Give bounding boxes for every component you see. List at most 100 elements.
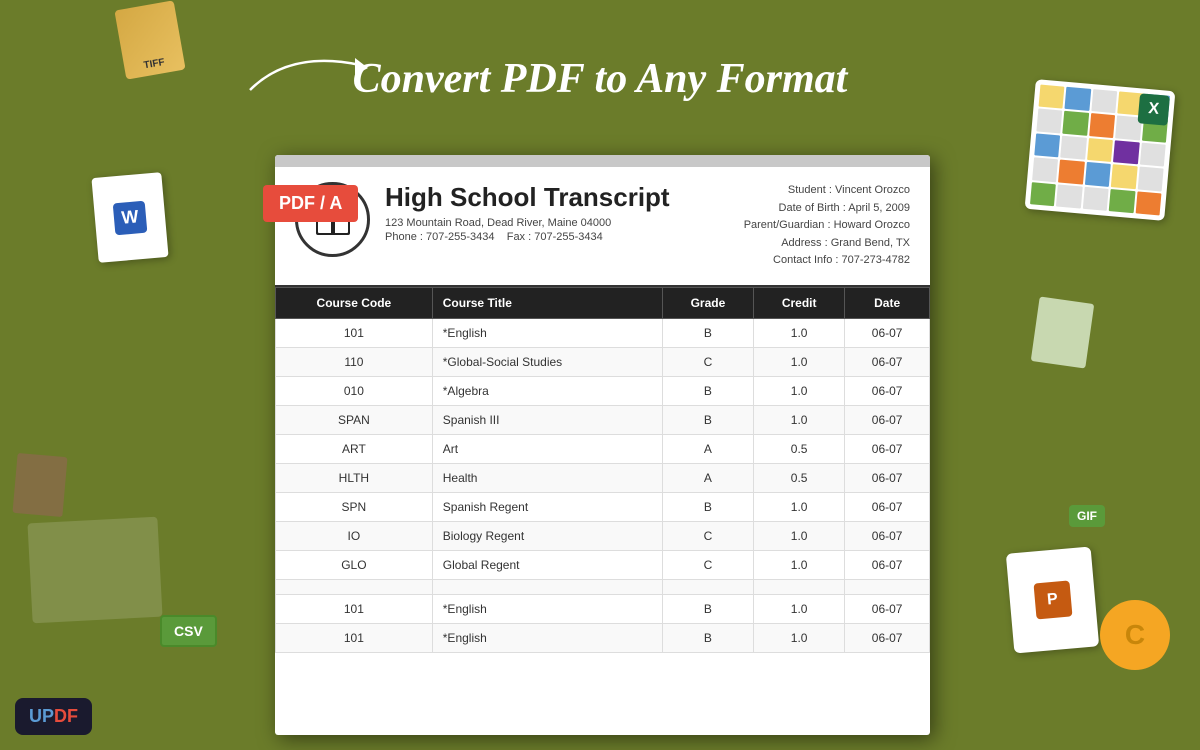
table-cell-credit: 1.0: [754, 492, 845, 521]
doc-main-title: High School Transcript: [385, 182, 744, 213]
table-cell-title: Spanish Regent: [432, 492, 662, 521]
table-row: IOBiology RegentC1.006-07: [276, 521, 930, 550]
col-header-credit: Credit: [754, 287, 845, 318]
table-cell-credit: 0.5: [754, 463, 845, 492]
table-row: SPANSpanish IIIB1.006-07: [276, 405, 930, 434]
table-cell-title: *English: [432, 594, 662, 623]
table-cell-code: SPN: [276, 492, 433, 521]
doc-phone: Phone : 707-255-3434 Fax : 707-255-3434: [385, 231, 744, 243]
table-cell-code: IO: [276, 521, 433, 550]
table-row: 010*AlgebraB1.006-07: [276, 376, 930, 405]
table-cell-grade: C: [662, 521, 753, 550]
ppt-badge: P: [1033, 580, 1072, 619]
table-cell-credit: 1.0: [754, 376, 845, 405]
student-contact: Contact Info : 707-273-4782: [744, 252, 910, 270]
student-name: Student : Vincent Orozco: [744, 182, 910, 200]
table-cell-date: 06-07: [845, 376, 930, 405]
table-cell-credit: 1.0: [754, 405, 845, 434]
arrow-decoration: [230, 30, 390, 110]
table-cell-grade: C: [662, 347, 753, 376]
table-cell-date: 06-07: [845, 492, 930, 521]
main-document: High School Transcript 123 Mountain Road…: [275, 155, 930, 735]
table-cell-code: SPAN: [276, 405, 433, 434]
table-cell-grade: B: [662, 594, 753, 623]
student-guardian: Parent/Guardian : Howard Orozco: [744, 217, 910, 235]
table-cell-code: 110: [276, 347, 433, 376]
table-cell-date: 06-07: [845, 347, 930, 376]
table-cell-title: Biology Regent: [432, 521, 662, 550]
table-row: [276, 579, 930, 594]
table-cell-title: Spanish III: [432, 405, 662, 434]
col-header-date: Date: [845, 287, 930, 318]
table-cell-credit: 1.0: [754, 318, 845, 347]
col-header-grade: Grade: [662, 287, 753, 318]
table-cell-title: *English: [432, 318, 662, 347]
table-cell-code: [276, 579, 433, 594]
table-row: HLTHHealthA0.506-07: [276, 463, 930, 492]
table-cell-date: 06-07: [845, 623, 930, 652]
table-cell-date: 06-07: [845, 405, 930, 434]
col-header-title: Course Title: [432, 287, 662, 318]
gray-bar-top: [275, 155, 930, 167]
table-cell-grade: A: [662, 434, 753, 463]
doc-title-section: High School Transcript 123 Mountain Road…: [385, 182, 744, 270]
table-row: 110*Global-Social StudiesC1.006-07: [276, 347, 930, 376]
student-dob: Date of Birth : April 5, 2009: [744, 200, 910, 218]
gif-badge: GIF: [1069, 505, 1105, 527]
table-cell-code: 101: [276, 623, 433, 652]
table-cell-code: 101: [276, 318, 433, 347]
table-cell-grade: B: [662, 492, 753, 521]
table-cell-grade: B: [662, 318, 753, 347]
table-cell-date: 06-07: [845, 594, 930, 623]
table-cell-title: Global Regent: [432, 550, 662, 579]
table-cell-credit: 1.0: [754, 521, 845, 550]
table-cell-title: Health: [432, 463, 662, 492]
doc-address: 123 Mountain Road, Dead River, Maine 040…: [385, 217, 744, 229]
table-cell-title: *Algebra: [432, 376, 662, 405]
col-header-code: Course Code: [276, 287, 433, 318]
table-cell-date: [845, 579, 930, 594]
table-cell-credit: 0.5: [754, 434, 845, 463]
table-cell-grade: B: [662, 623, 753, 652]
table-row: GLOGlobal RegentC1.006-07: [276, 550, 930, 579]
table-cell-grade: C: [662, 550, 753, 579]
doc-info-section: Student : Vincent Orozco Date of Birth :…: [744, 182, 910, 270]
table-cell-date: 06-07: [845, 521, 930, 550]
pdf-a-badge: PDF / A: [263, 185, 358, 222]
student-address: Address : Grand Bend, TX: [744, 235, 910, 253]
csv-badge: CSV: [160, 615, 217, 647]
table-cell-title: Art: [432, 434, 662, 463]
doc-header: High School Transcript 123 Mountain Road…: [275, 167, 930, 287]
table-cell-credit: 1.0: [754, 623, 845, 652]
table-row: SPNSpanish RegentB1.006-07: [276, 492, 930, 521]
table-cell-code: GLO: [276, 550, 433, 579]
table-cell-credit: 1.0: [754, 550, 845, 579]
c-language-badge: C: [1100, 600, 1170, 670]
updf-label: UPDF: [29, 706, 78, 726]
paper-icon-right: [1031, 296, 1095, 368]
table-cell-credit: [754, 579, 845, 594]
table-cell-credit: 1.0: [754, 347, 845, 376]
table-row: 101*EnglishB1.006-07: [276, 623, 930, 652]
table-cell-code: 101: [276, 594, 433, 623]
table-cell-date: 06-07: [845, 550, 930, 579]
table-row: ARTArtA0.506-07: [276, 434, 930, 463]
table-row: 101*EnglishB1.006-07: [276, 594, 930, 623]
table-cell-code: 010: [276, 376, 433, 405]
word-badge: W: [113, 200, 148, 235]
table-cell-title: [432, 579, 662, 594]
transcript-table: Course Code Course Title Grade Credit Da…: [275, 287, 930, 653]
table-cell-grade: B: [662, 405, 753, 434]
table-cell-date: 06-07: [845, 318, 930, 347]
word-file-icon: W: [91, 172, 168, 263]
table-cell-grade: [662, 579, 753, 594]
updf-logo[interactable]: UPDF: [15, 698, 92, 735]
small-file-icon-left: [12, 453, 67, 517]
ppt-file-icon: P: [1006, 546, 1099, 653]
table-cell-code: HLTH: [276, 463, 433, 492]
table-cell-grade: B: [662, 376, 753, 405]
table-cell-date: 06-07: [845, 434, 930, 463]
table-cell-title: *Global-Social Studies: [432, 347, 662, 376]
table-cell-code: ART: [276, 434, 433, 463]
table-cell-grade: A: [662, 463, 753, 492]
